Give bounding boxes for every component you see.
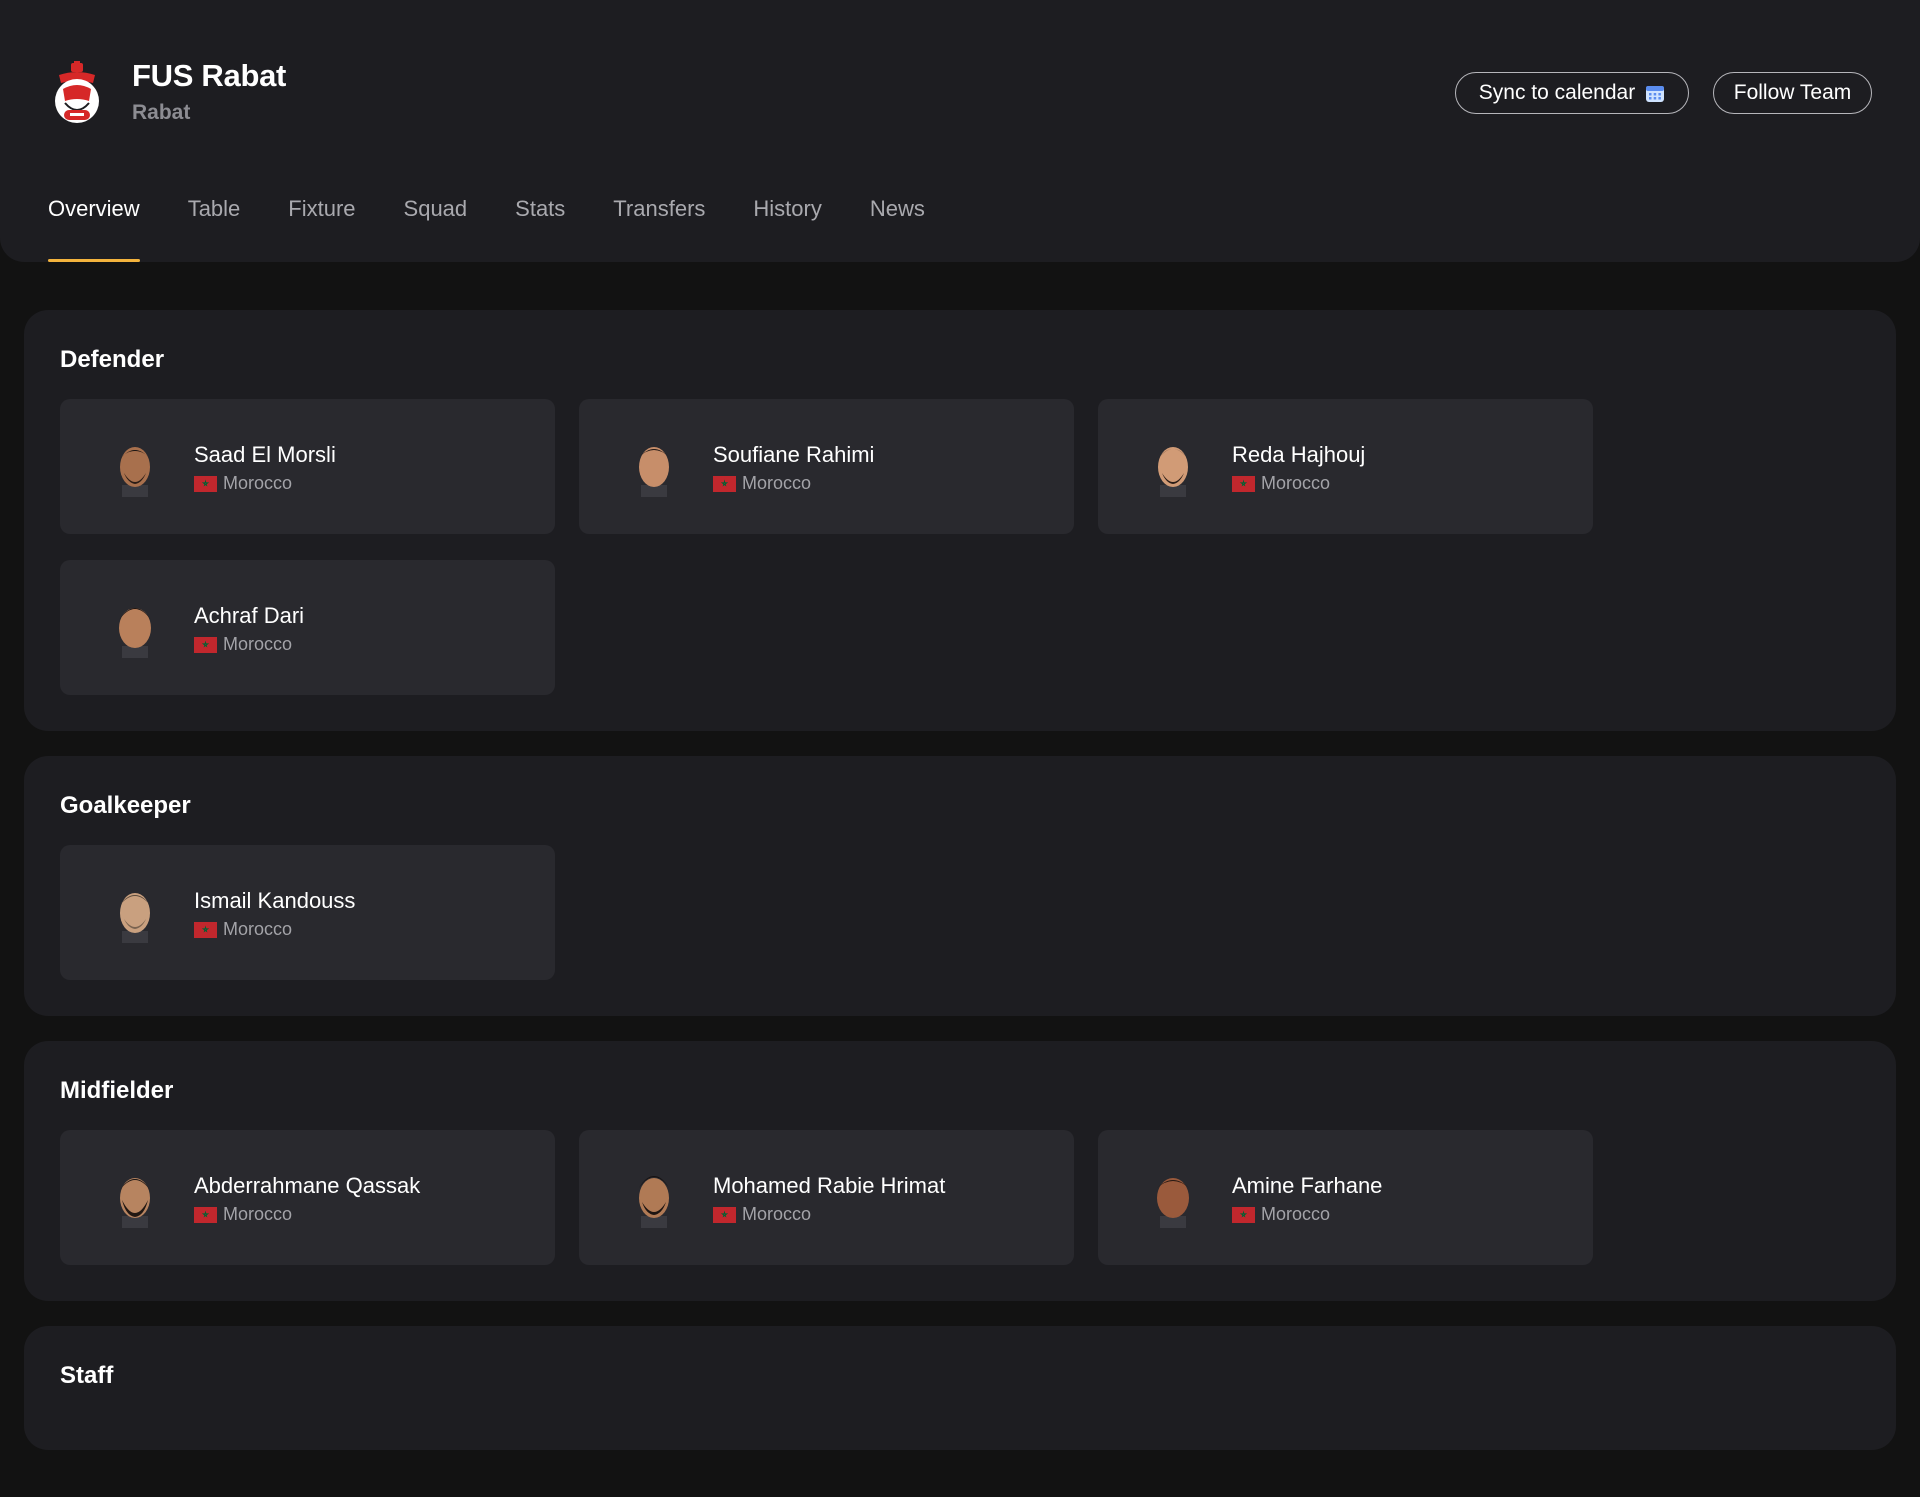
nation-label: Morocco [223,473,293,493]
player-avatar [1158,447,1188,497]
section-title: Defender [60,346,165,373]
tab-news[interactable]: News [870,196,925,262]
player-nationality: Morocco [194,473,292,494]
player-name: Ismail Kandouss [194,888,356,913]
section-title: Staff [60,1362,114,1389]
morocco-flag-icon [1232,475,1255,492]
nation-label: Morocco [742,1204,812,1224]
player-card[interactable]: Abderrahmane Qassak Morocco [60,1130,555,1265]
morocco-flag-icon [713,475,736,492]
section-title: Goalkeeper [60,792,191,819]
tab-stats[interactable]: Stats [515,196,565,262]
squad-section-defender: Defender Saad El Morsli Morocco Soufiane… [24,310,1896,731]
nation-label: Morocco [223,634,293,654]
tab-table[interactable]: Table [188,196,241,262]
section-title: Midfielder [60,1077,174,1104]
morocco-flag-icon [194,1206,217,1223]
player-nationality: Morocco [194,634,292,655]
player-avatar [119,608,151,658]
player-card[interactable]: Achraf Dari Morocco [60,560,555,695]
player-name: Abderrahmane Qassak [194,1173,421,1198]
squad-section-goalkeeper: Goalkeeper Ismail Kandouss Morocco [24,756,1896,1016]
sync-calendar-label: Sync to calendar [1478,81,1636,104]
nation-label: Morocco [1261,473,1331,493]
player-name: Saad El Morsli [194,442,336,467]
player-avatar [120,893,150,943]
player-card[interactable]: Mohamed Rabie Hrimat Morocco [579,1130,1074,1265]
player-card[interactable]: Ismail Kandouss Morocco [60,845,555,980]
squad-section-midfielder: Midfielder Abderrahmane Qassak Morocco M… [24,1041,1896,1301]
team-tabs: Overview Table Fixture Squad Stats Trans… [48,196,925,262]
nation-label: Morocco [1261,1204,1331,1224]
player-nationality: Morocco [713,473,811,494]
player-name: Soufiane Rahimi [713,442,875,467]
follow-team-label: Follow Team [1733,81,1852,104]
player-nationality: Morocco [194,1204,292,1225]
morocco-flag-icon [1232,1206,1255,1223]
player-card[interactable]: Amine Farhane Morocco [1098,1130,1593,1265]
team-name: FUS Rabat [132,58,287,93]
team-header: FUS Rabat Rabat Sync to calendar Follow … [0,0,1920,262]
nation-label: Morocco [223,919,293,939]
tab-fixture[interactable]: Fixture [288,196,355,262]
nation-label: Morocco [742,473,812,493]
player-card[interactable]: Soufiane Rahimi Morocco [579,399,1074,534]
player-avatar [1157,1178,1189,1228]
player-name: Achraf Dari [194,603,305,628]
team-city: Rabat [132,101,191,124]
player-nationality: Morocco [194,919,292,940]
morocco-flag-icon [194,921,217,938]
tab-history[interactable]: History [753,196,821,262]
tab-squad[interactable]: Squad [404,196,468,262]
sync-calendar-button[interactable]: Sync to calendar [1455,72,1689,114]
nation-label: Morocco [223,1204,293,1224]
player-avatar [120,1178,150,1228]
player-avatar [639,447,669,497]
squad-section-staff: Staff [24,1326,1896,1450]
tab-overview[interactable]: Overview [48,196,140,262]
player-nationality: Morocco [1232,1204,1330,1225]
player-card[interactable]: Saad El Morsli Morocco [60,399,555,534]
player-nationality: Morocco [1232,473,1330,494]
player-avatar [120,447,150,497]
player-name: Mohamed Rabie Hrimat [713,1173,946,1198]
calendar-icon [1646,86,1665,102]
player-card[interactable]: Reda Hajhouj Morocco [1098,399,1593,534]
player-nationality: Morocco [713,1204,811,1225]
player-name: Amine Farhane [1232,1173,1383,1198]
morocco-flag-icon [194,475,217,492]
follow-team-button[interactable]: Follow Team [1713,72,1872,114]
player-name: Reda Hajhouj [1232,442,1366,467]
tab-transfers[interactable]: Transfers [613,196,705,262]
morocco-flag-icon [713,1206,736,1223]
player-avatar [639,1176,669,1228]
club-crest-icon [55,61,99,123]
morocco-flag-icon [194,636,217,653]
